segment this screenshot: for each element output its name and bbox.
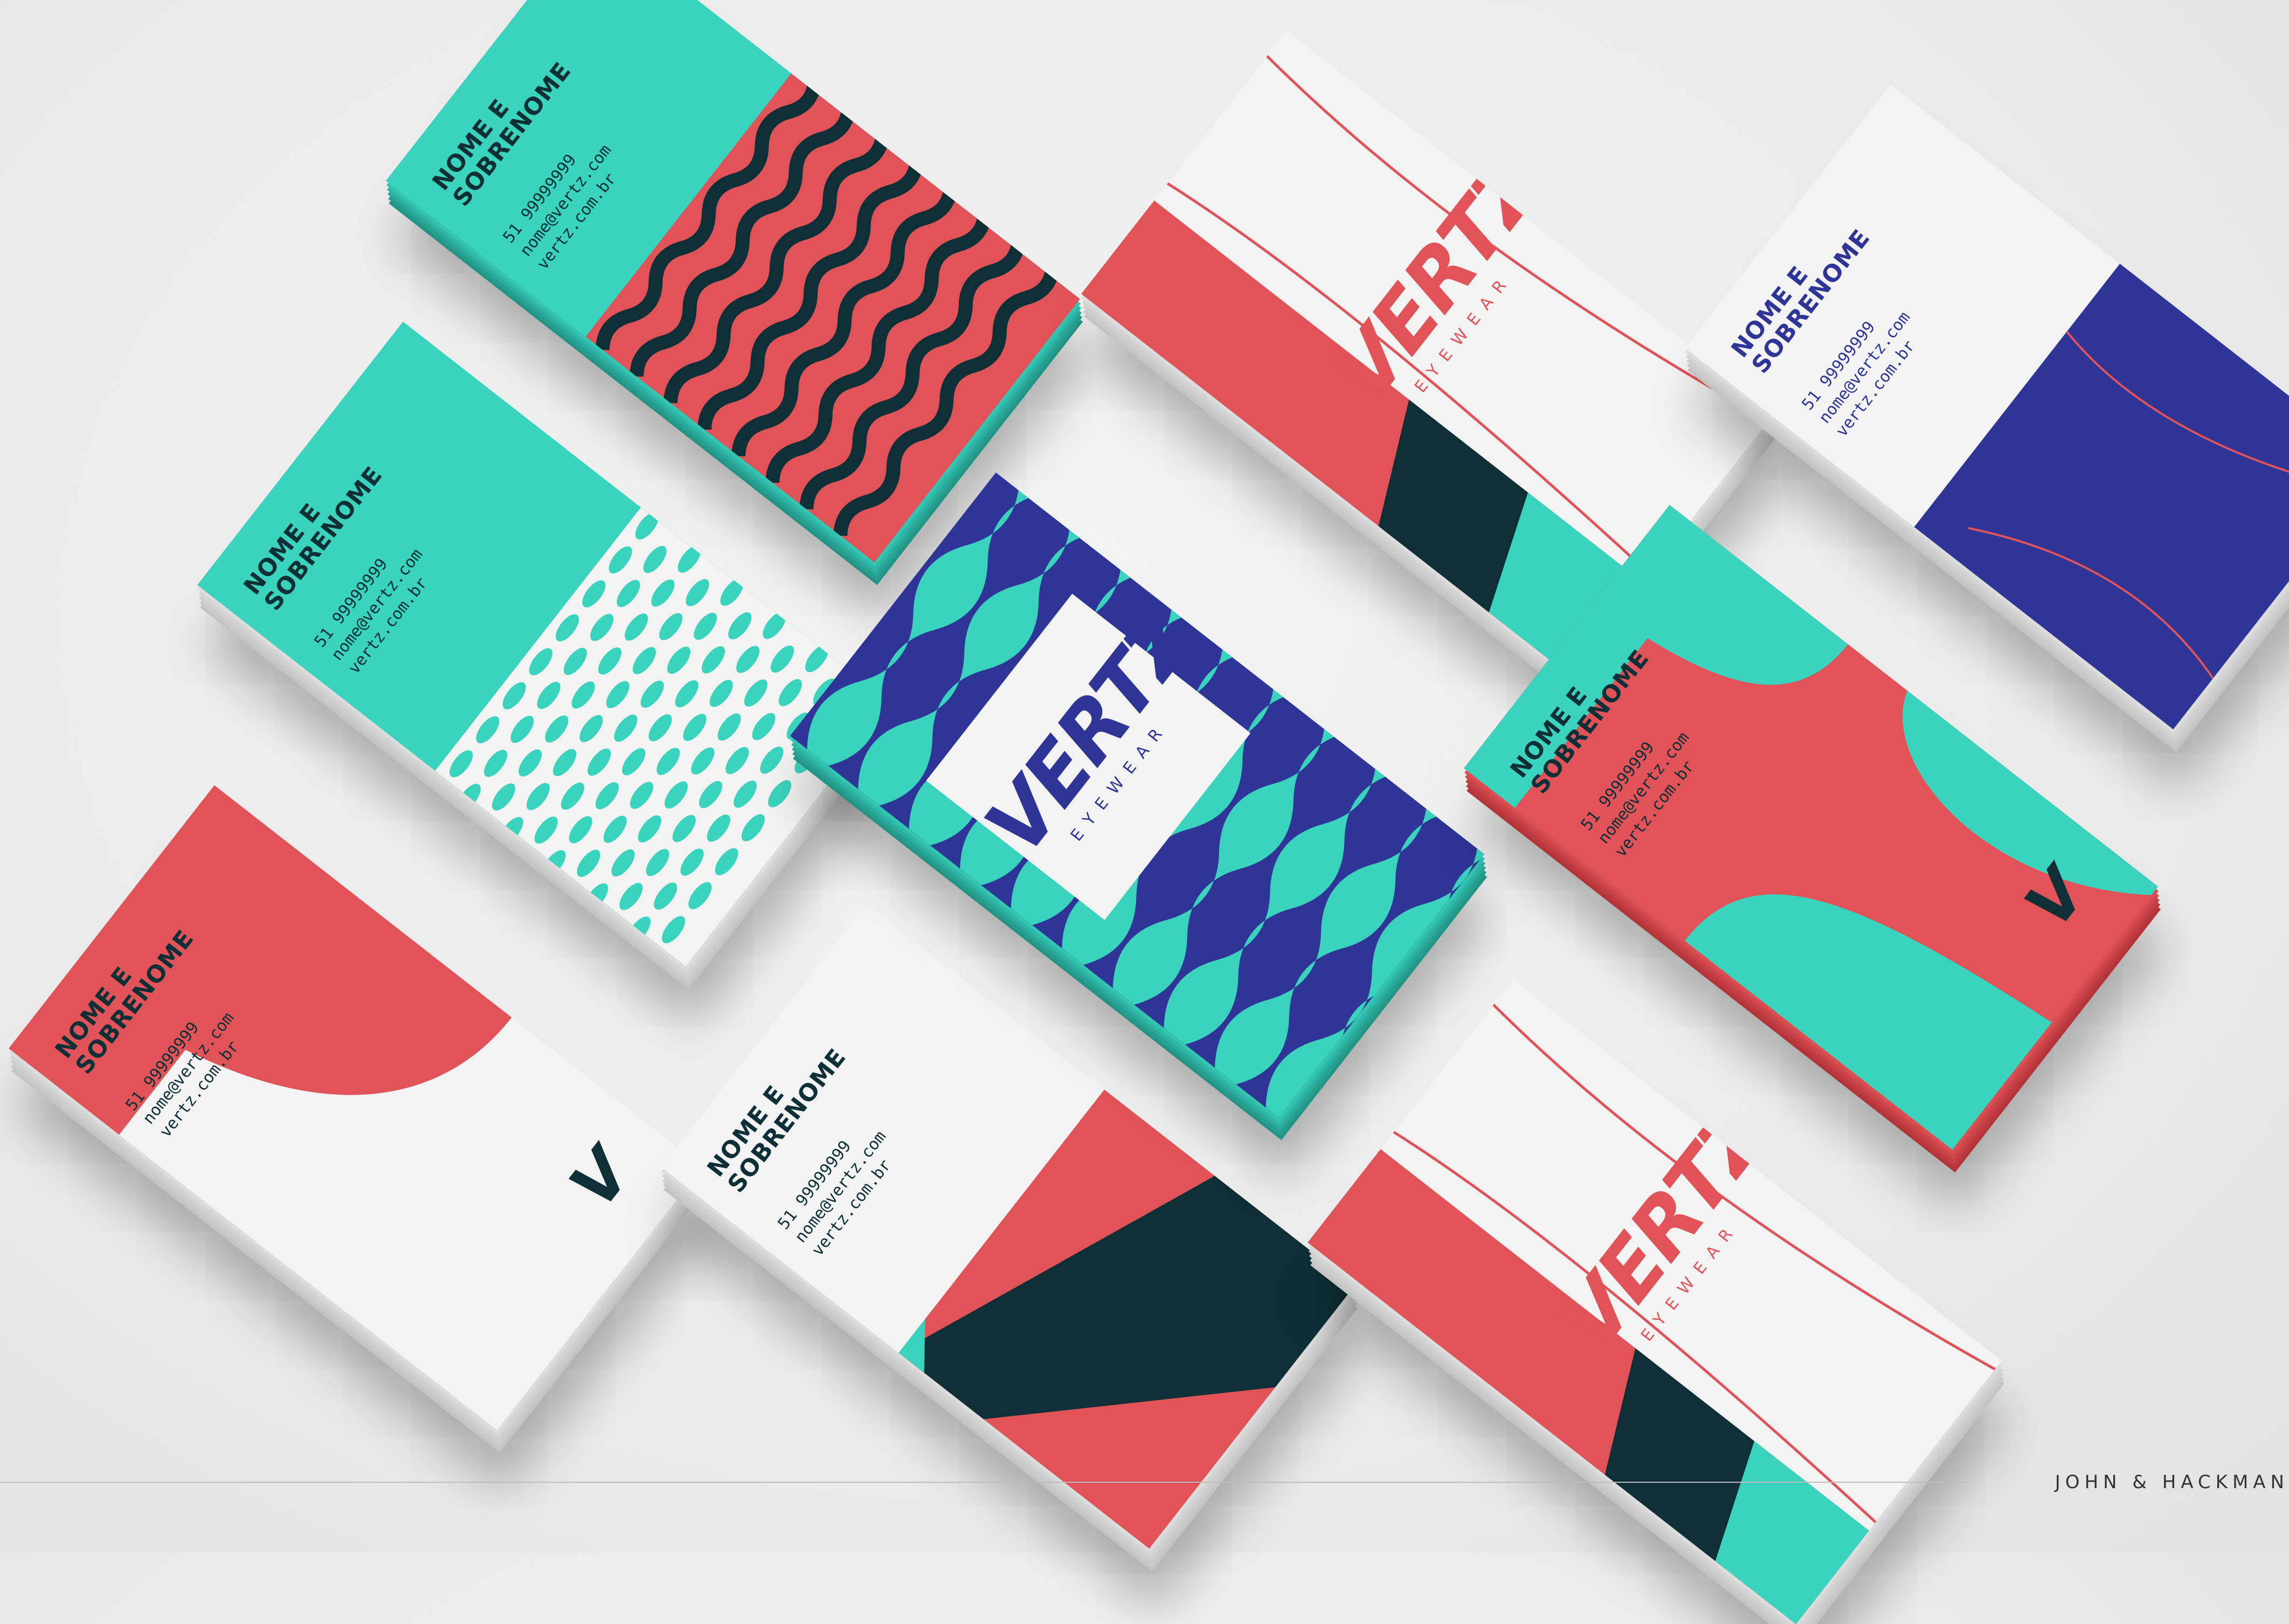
card-text-block: NOME E SOBRENOME 51 99999999 nome@vertz.… — [239, 363, 534, 679]
business-card-mockup: NOME E SOBRENOME 51 99999999 nome@vertz.… — [0, 0, 2289, 1624]
credit-label: JOHN & HACKMAN — [2055, 1471, 2289, 1493]
credit-rule — [0, 1482, 1967, 1483]
